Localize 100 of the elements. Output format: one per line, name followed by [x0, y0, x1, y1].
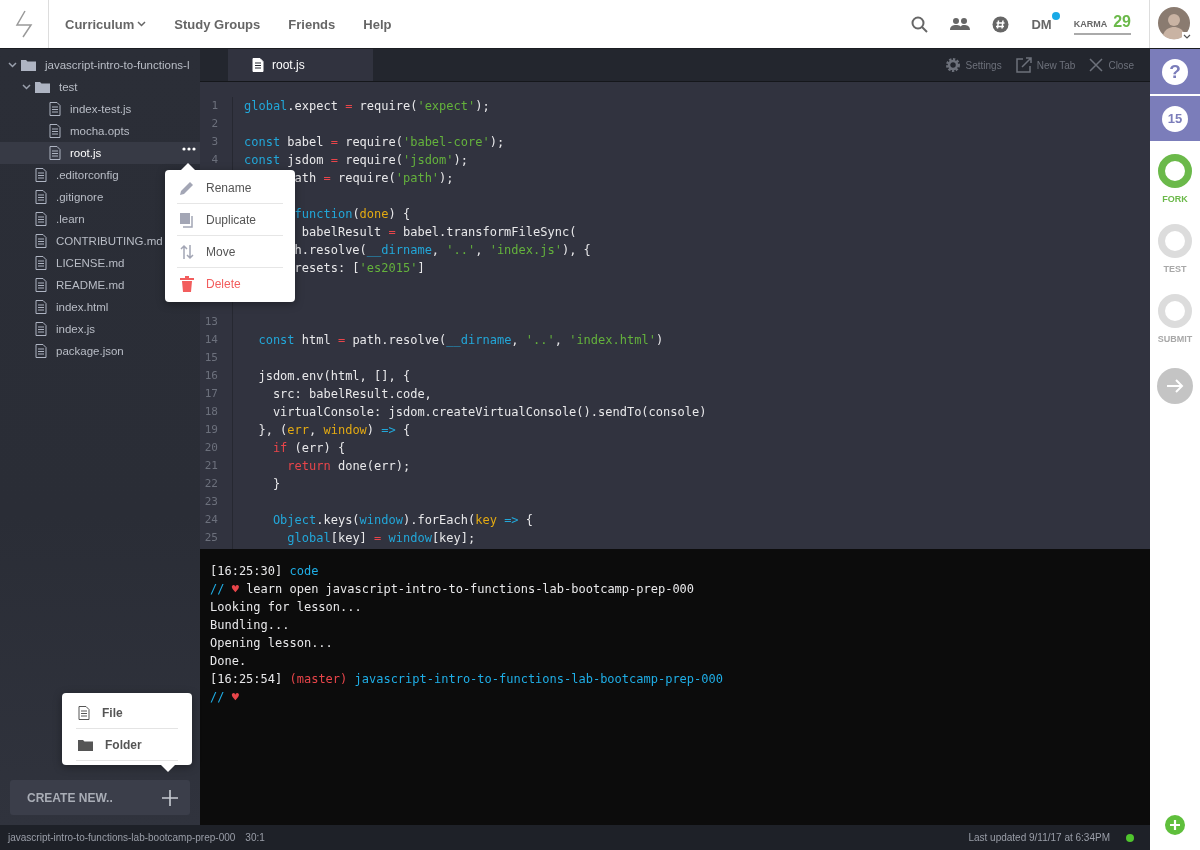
folder-icon — [21, 59, 36, 71]
file-icon — [49, 146, 61, 160]
menu-item[interactable]: Duplicate — [177, 204, 283, 236]
file-name: root.js — [70, 147, 102, 159]
folder-icon — [35, 81, 50, 93]
line-number: 1 — [210, 98, 219, 114]
file-name: index.html — [56, 301, 109, 313]
file-name: .learn — [56, 213, 85, 225]
caret-icon[interactable] — [8, 62, 17, 68]
terminal-line: Bundling... — [210, 617, 291, 634]
terminal-line: // ♥ — [210, 689, 240, 706]
line-number: 23 — [203, 494, 219, 510]
terminal-line: Looking for lesson... — [210, 599, 363, 616]
tree-folder-row[interactable]: test — [0, 76, 200, 98]
new-folder-option[interactable]: Folder — [76, 729, 178, 761]
code-line: } — [271, 476, 282, 493]
file-name: index.js — [56, 323, 95, 335]
more-icon[interactable] — [182, 147, 196, 151]
external-link-icon — [1015, 57, 1032, 73]
code-line: const babel = require('babel-core'); — [244, 134, 506, 151]
line-number: 2 — [210, 116, 219, 132]
file-name: javascript-intro-to-functions-l — [45, 59, 190, 71]
people-icon[interactable] — [950, 17, 971, 31]
line-number: 22 — [203, 476, 219, 492]
file-name: test — [59, 81, 78, 93]
help-button[interactable]: ? — [1162, 58, 1188, 85]
line-number: 19 — [203, 422, 219, 438]
tree-file-row[interactable]: package.json — [0, 340, 200, 362]
search-icon[interactable] — [911, 15, 929, 33]
menu-item[interactable]: Rename — [177, 172, 283, 204]
plus-icon — [162, 789, 178, 806]
chevron-down-icon — [137, 21, 147, 27]
file-icon — [35, 190, 47, 204]
nav-link[interactable]: Help — [363, 16, 392, 32]
nav-link[interactable]: Friends — [288, 16, 336, 32]
tree-file-row[interactable]: index-test.js — [0, 98, 200, 120]
code-line: jsdom.env(html, [], { — [257, 368, 412, 385]
plus-circle-icon — [1165, 815, 1185, 835]
create-new-button[interactable]: CREATE NEW.. — [10, 780, 190, 815]
code-line: global.expect = require('expect'); — [244, 98, 491, 115]
file-icon — [35, 234, 47, 248]
file-icon — [252, 58, 264, 72]
file-path: javascript-intro-to-functions-lab-bootcamp-prep-000 — [8, 832, 236, 843]
code-line: }, (err, window) => { — [257, 422, 412, 439]
sort-arrows-icon — [179, 243, 195, 260]
karma-score: KARMA 29 — [1073, 13, 1131, 35]
line-number: 24 — [203, 512, 219, 528]
pencil-icon — [179, 179, 195, 196]
line-number: 14 — [203, 332, 219, 348]
file-icon — [49, 124, 61, 138]
file-icon — [35, 344, 47, 358]
line-number: 13 — [203, 314, 219, 330]
file-name: index-test.js — [70, 103, 132, 115]
copy-icon — [179, 211, 195, 228]
line-number: 20 — [203, 440, 219, 456]
terminal-line: // ♥ learn open javascript-intro-to-functions-lab-bootcamp-prep-000 — [210, 581, 696, 598]
code-line: const jsdom = require('jsdom'); — [244, 152, 469, 169]
direct-messages-link[interactable]: DM — [1031, 16, 1052, 32]
code-line: src: babelResult.code, — [271, 386, 433, 403]
close-icon — [1089, 58, 1104, 72]
line-number: 3 — [210, 134, 219, 150]
new-file-option[interactable]: File — [76, 697, 178, 729]
caret-icon[interactable] — [22, 84, 31, 90]
code-line: global[key] = window[key]; — [286, 530, 477, 547]
code-line: h.resolve(__dirname, '..', 'index.js'), { — [293, 242, 592, 259]
settings-icon — [944, 57, 961, 73]
last-updated: Last updated 9/11/17 at 6:34PM — [968, 832, 1110, 843]
nav-link[interactable]: Curriculum — [65, 16, 147, 32]
terminal-line: [16:25:54] (master) javascript-intro-to-functions-lab-bootcamp-prep-000 — [210, 671, 724, 688]
file-name: .gitignore — [56, 191, 104, 203]
count-badge[interactable]: 15 — [1162, 105, 1188, 132]
file-icon — [35, 212, 47, 226]
code-line: Object.keys(window).forEach(key => { — [271, 512, 535, 529]
cursor-position: 30:1 — [245, 832, 265, 843]
file-name: LICENSE.md — [56, 257, 125, 269]
nav-link[interactable]: Study Groups — [174, 16, 261, 32]
tree-folder-row[interactable]: javascript-intro-to-functions-l — [0, 54, 200, 76]
hashtag-icon[interactable] — [992, 15, 1010, 33]
line-number: 4 — [210, 152, 219, 168]
file-icon — [35, 300, 47, 314]
avatar[interactable] — [1158, 7, 1192, 41]
terminal-line: [16:25:30] code — [210, 563, 320, 580]
terminal-line: Opening lesson... — [210, 635, 334, 652]
line-number: 17 — [203, 386, 219, 402]
tree-file-row[interactable]: mocha.opts — [0, 120, 200, 142]
file-icon — [35, 278, 47, 292]
file-icon — [78, 705, 90, 720]
file-name: mocha.opts — [70, 125, 130, 137]
editor-tab[interactable]: root.js — [228, 49, 373, 81]
code-line: if (err) { — [271, 440, 347, 457]
lightning-logo-icon[interactable] — [15, 10, 33, 38]
code-line: babelResult = babel.transformFileSync( — [300, 224, 578, 241]
file-name: package.json — [56, 345, 124, 357]
tree-file-row[interactable]: index.js — [0, 318, 200, 340]
file-icon — [35, 256, 47, 270]
arrow-right-icon — [1166, 379, 1184, 393]
tree-file-row[interactable]: root.js — [0, 142, 200, 164]
line-number: 18 — [203, 404, 219, 420]
code-line: ath = require('path'); — [293, 170, 455, 187]
menu-item[interactable]: Move — [177, 236, 283, 268]
